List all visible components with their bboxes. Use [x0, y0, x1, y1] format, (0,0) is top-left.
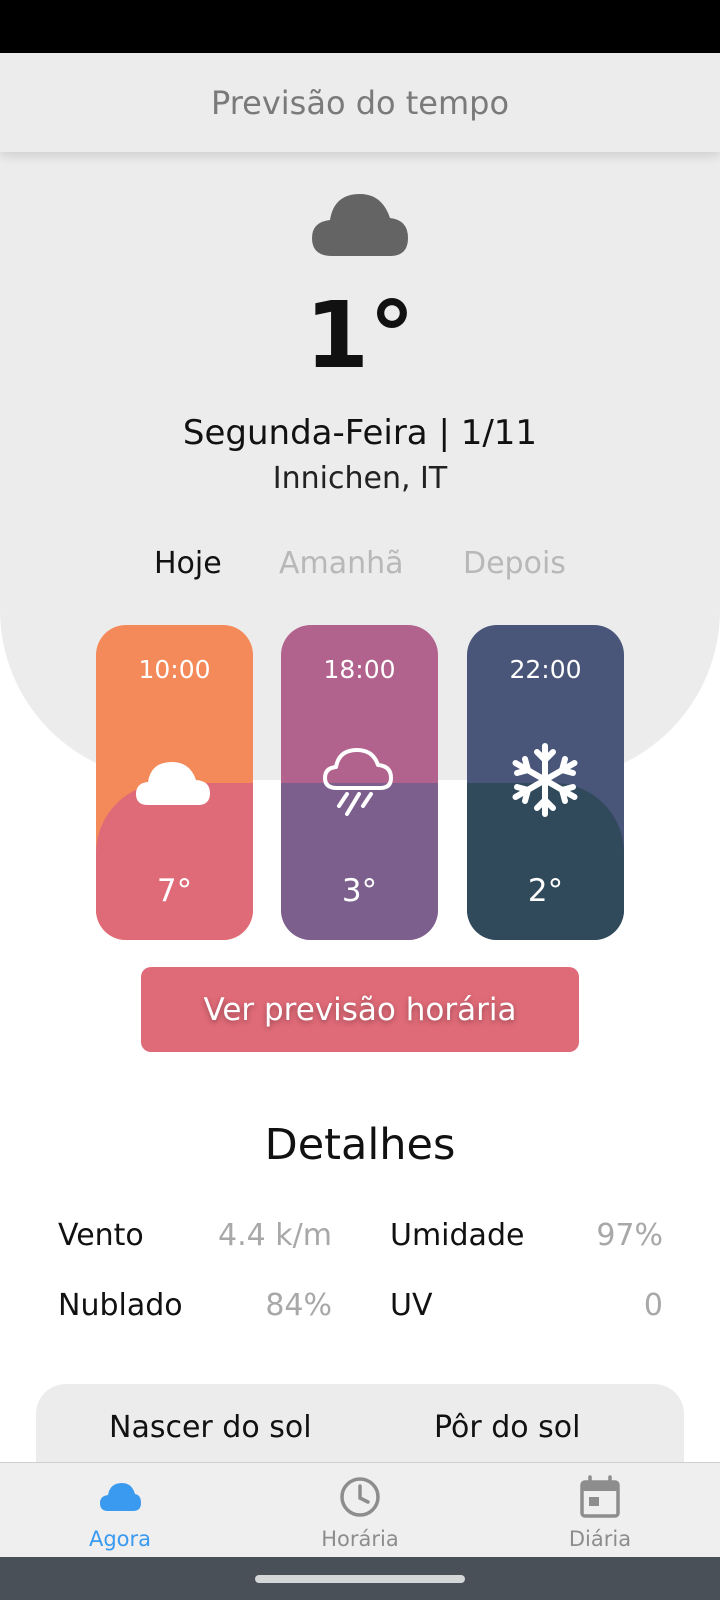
hourly-card[interactable]: 18:00 3° [281, 625, 438, 940]
hourly-temp: 7° [156, 873, 193, 909]
hourly-time: 22:00 [509, 655, 582, 684]
snowflake-icon [512, 743, 578, 817]
detail-value-humidity: 97% [596, 1218, 663, 1253]
nav-label-agora: Agora [88, 1527, 152, 1551]
current-date: Segunda-Feira | 1/11 [182, 413, 538, 453]
cloud-icon [136, 762, 210, 805]
tab-depois[interactable]: Depois [463, 546, 566, 581]
sunset-label: Pôr do sol [434, 1410, 581, 1445]
nav-label-diaria: Diária [568, 1527, 632, 1551]
status-bar [0, 0, 720, 53]
location-label: Innichen, IT [272, 461, 448, 496]
app-bar: Previsão do tempo [0, 53, 720, 152]
detail-value-wind: 4.4 k/m [218, 1218, 332, 1253]
nav-item-agora[interactable]: Agora [0, 1463, 240, 1558]
system-gesture-area [0, 1557, 720, 1600]
nav-item-horaria[interactable]: Horária [240, 1463, 480, 1558]
hourly-card[interactable]: 10:00 7° [96, 625, 253, 940]
app-title: Previsão do tempo [210, 83, 510, 122]
sunrise-label: Nascer do sol [109, 1410, 312, 1445]
tab-hoje[interactable]: Hoje [154, 546, 222, 581]
home-gesture-handle[interactable] [255, 1575, 465, 1583]
clock-icon [340, 1477, 380, 1517]
detail-value-cloudy: 84% [265, 1288, 332, 1323]
hourly-time: 18:00 [323, 655, 396, 684]
detail-label-uv: UV [390, 1288, 433, 1323]
hourly-card[interactable]: 22:00 2° [467, 625, 624, 940]
detail-label-wind: Vento [58, 1218, 144, 1253]
hourly-temp: 2° [527, 873, 564, 909]
cloud-icon [100, 1483, 141, 1511]
hourly-forecast-button[interactable]: Ver previsão horária [141, 967, 579, 1052]
tab-amanha[interactable]: Amanhã [279, 546, 404, 581]
detail-value-uv: 0 [643, 1288, 663, 1323]
bottom-navigation: Agora Horária Diária [0, 1462, 720, 1558]
nav-item-diaria[interactable]: Diária [480, 1463, 720, 1558]
detail-label-cloudy: Nublado [58, 1288, 183, 1323]
hourly-temp: 3° [341, 873, 378, 909]
day-tabs: Hoje Amanhã Depois [0, 546, 720, 590]
detail-label-humidity: Umidade [390, 1218, 525, 1253]
calendar-icon [580, 1475, 620, 1518]
hourly-time: 10:00 [138, 655, 211, 684]
cloud-icon [312, 194, 408, 256]
nav-label-horaria: Horária [321, 1527, 399, 1551]
rain-cloud-icon [323, 748, 393, 816]
details-title: Detalhes [264, 1120, 456, 1170]
current-temperature: 1° [304, 282, 415, 389]
